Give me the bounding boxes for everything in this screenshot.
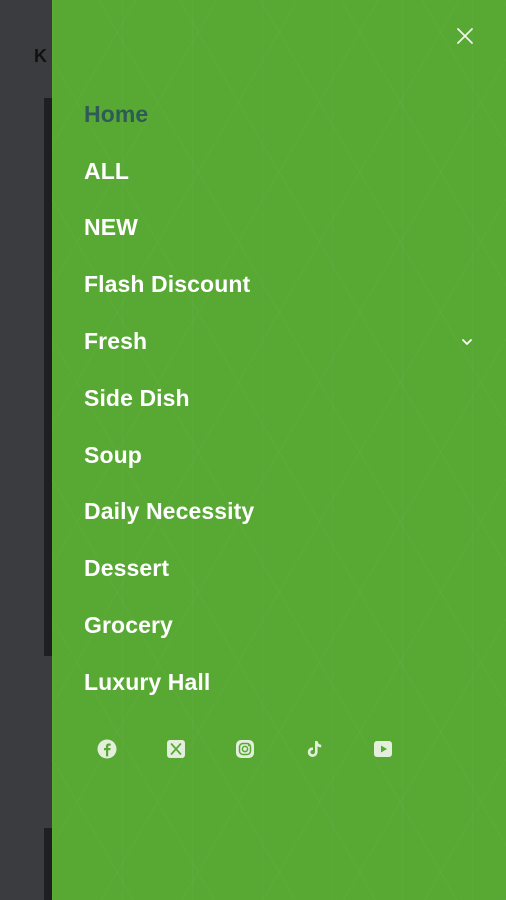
close-button[interactable] [453,24,477,48]
youtube-icon[interactable] [372,738,394,760]
nav-item-flash-discount[interactable]: Flash Discount [84,256,474,313]
nav-item-label: Side Dish [84,384,190,411]
background-content-strip [44,98,52,656]
chevron-down-icon[interactable] [460,335,474,349]
nav-item-label: Fresh [84,328,148,355]
nav-item-luxury-hall[interactable]: Luxury Hall [84,654,474,711]
facebook-icon[interactable] [96,738,118,760]
nav-menu: Home ALL NEW Flash Discount Fresh Side D… [84,86,474,711]
nav-item-grocery[interactable]: Grocery [84,597,474,654]
nav-item-label: Dessert [84,555,170,582]
nav-item-home[interactable]: Home [84,86,474,143]
instagram-icon[interactable] [234,738,256,760]
background-logo-fragment: K [34,46,47,66]
nav-item-soup[interactable]: Soup [84,427,474,484]
nav-item-label: Soup [84,441,142,468]
nav-item-label: NEW [84,214,138,241]
nav-item-label: ALL [84,157,130,184]
background-content-strip [44,828,52,900]
nav-item-label: Grocery [84,612,173,639]
nav-item-label: Daily Necessity [84,498,255,525]
nav-item-all[interactable]: ALL [84,143,474,200]
social-links [96,738,394,760]
side-drawer: Home ALL NEW Flash Discount Fresh Side D… [52,0,506,900]
nav-item-label: Flash Discount [84,271,251,298]
tiktok-icon[interactable] [303,738,325,760]
page-backdrop[interactable]: K [0,0,52,900]
nav-item-daily-necessity[interactable]: Daily Necessity [84,484,474,541]
nav-item-label: Home [84,100,149,127]
x-icon[interactable] [165,738,187,760]
close-icon [457,28,473,44]
nav-item-dessert[interactable]: Dessert [84,540,474,597]
nav-item-new[interactable]: NEW [84,200,474,257]
nav-item-fresh[interactable]: Fresh [84,313,474,370]
nav-item-label: Luxury Hall [84,668,211,695]
nav-item-side-dish[interactable]: Side Dish [84,370,474,427]
